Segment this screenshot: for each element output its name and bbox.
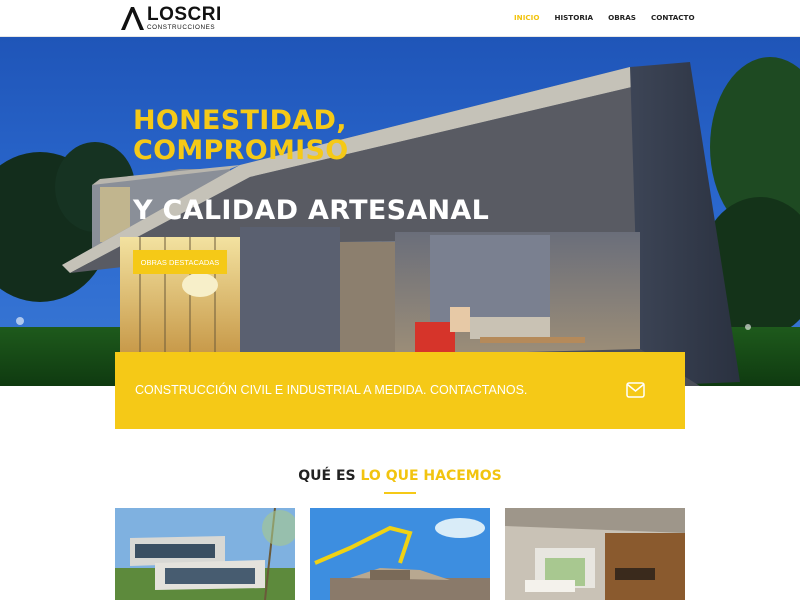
cta-text: CONSTRUCCIÓN CIVIL E INDUSTRIAL A MEDIDA…: [135, 383, 528, 397]
nav-item-obras[interactable]: OBRAS: [608, 13, 636, 22]
brand-subtitle: CONSTRUCCIONES: [147, 23, 216, 31]
section-title-highlight: LO QUE HACEMOS: [360, 468, 502, 484]
service-card-construction[interactable]: [310, 508, 490, 600]
contact-cta-banner[interactable]: CONSTRUCCIÓN CIVIL E INDUSTRIAL A MEDIDA…: [115, 352, 685, 429]
section-title-prefix: QUÉ ES: [298, 468, 361, 484]
modern-house-photo: [115, 508, 295, 600]
site-header: LOSCRI CONSTRUCCIONES INICIO HISTORIA OB…: [0, 0, 800, 37]
hero-headline-secondary: Y CALIDAD ARTESANAL: [133, 195, 490, 226]
nav-item-contacto[interactable]: CONTACTO: [651, 13, 695, 22]
featured-works-button[interactable]: OBRAS DESTACADAS: [133, 250, 227, 274]
interior-living-room-photo: [505, 508, 685, 600]
logo-wordmark: LOSCRI CONSTRUCCIONES: [147, 5, 222, 31]
envelope-icon[interactable]: [626, 382, 645, 398]
service-card-interior[interactable]: [505, 508, 685, 600]
brand-logo[interactable]: LOSCRI CONSTRUCCIONES: [119, 4, 222, 32]
title-underline: [384, 492, 416, 494]
section-title: QUÉ ES LO QUE HACEMOS: [0, 468, 800, 484]
hero-banner: HONESTIDAD, COMPROMISO Y CALIDAD ARTESAN…: [0, 37, 800, 386]
main-nav: INICIO HISTORIA OBRAS CONTACTO: [514, 13, 710, 22]
service-card-house[interactable]: [115, 508, 295, 600]
concrete-pump-construction-photo: [310, 508, 490, 600]
brand-name: LOSCRI: [147, 3, 222, 25]
hero-headline-primary: HONESTIDAD, COMPROMISO: [133, 105, 349, 166]
logo-lambda-icon: [121, 7, 144, 30]
nav-item-inicio[interactable]: INICIO: [514, 13, 539, 22]
nav-item-historia[interactable]: HISTORIA: [554, 13, 593, 22]
